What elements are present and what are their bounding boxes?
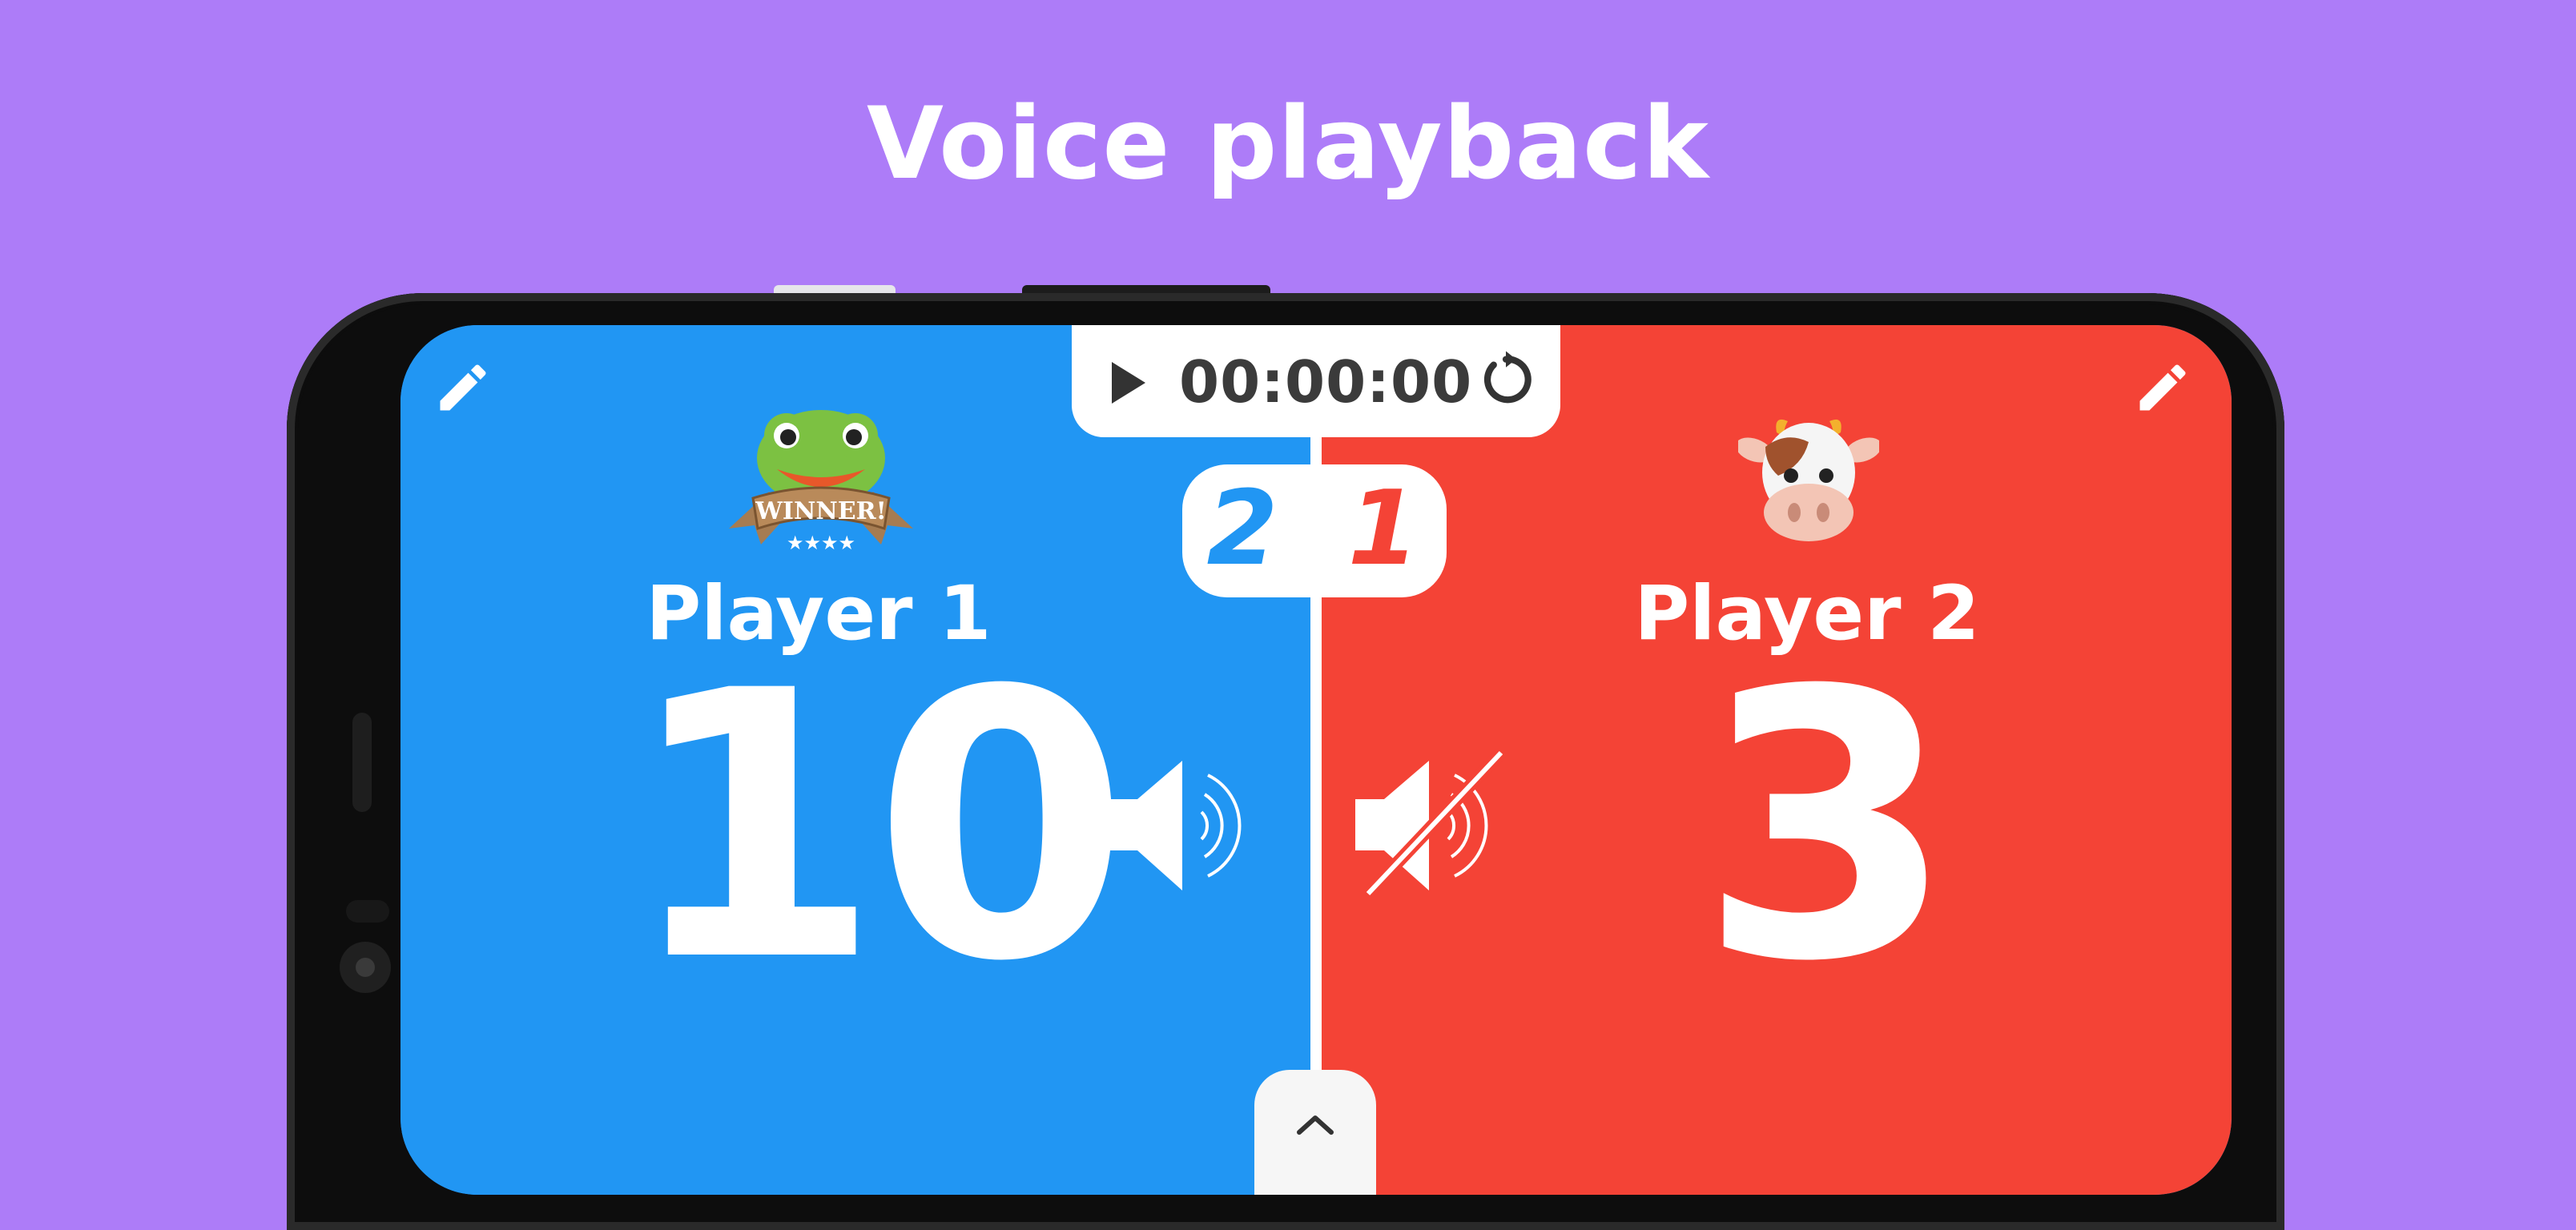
winner-badge-text: WINNER! [755, 497, 887, 525]
timer-panel: 00:00:00 [1072, 325, 1560, 437]
rounds-won-badge: 2 1 [1182, 464, 1447, 597]
edit-pencil-icon[interactable] [433, 357, 493, 418]
player1-rounds-won: 2 [1206, 469, 1278, 589]
reset-icon[interactable] [1475, 349, 1536, 410]
svg-text:★★★★: ★★★★ [787, 532, 855, 554]
cow-avatar[interactable] [1738, 415, 1879, 546]
chevron-up-icon [1297, 1115, 1334, 1135]
edit-pencil-icon[interactable] [2132, 357, 2193, 418]
page-headline: Voice playback [866, 86, 1709, 202]
center-divider [1310, 325, 1322, 1195]
speaker-on-icon[interactable] [1105, 750, 1282, 902]
expand-menu-tab[interactable] [1254, 1070, 1376, 1195]
player2-score[interactable]: 3 [1663, 644, 1983, 1012]
player1-score[interactable]: 10 [617, 644, 1129, 1012]
timer-display: 00:00:00 [1179, 348, 1473, 416]
frog-winner-avatar[interactable]: WINNER! ★★★★ [713, 408, 929, 557]
speaker-muted-icon[interactable] [1352, 750, 1528, 902]
play-icon[interactable] [1109, 359, 1149, 407]
phone-sensor [346, 900, 389, 922]
player2-rounds-won: 1 [1347, 469, 1419, 589]
phone-camera [340, 942, 391, 993]
app-screen: 00:00:00 2 1 WINNER! ★★★★ Player 1 Playe… [400, 325, 2232, 1195]
phone-speaker-slot [352, 713, 372, 812]
